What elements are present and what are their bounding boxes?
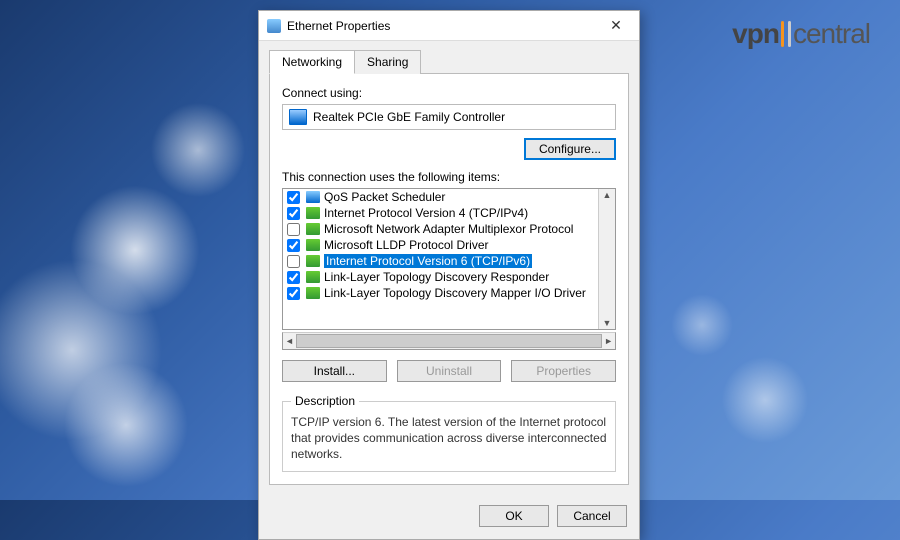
network-adapter-icon (267, 19, 281, 33)
scroll-up-icon[interactable]: ▲ (603, 189, 612, 201)
description-legend: Description (291, 394, 359, 408)
cancel-button[interactable]: Cancel (557, 505, 627, 527)
adapter-name: Realtek PCIe GbE Family Controller (313, 110, 505, 124)
adapter-icon (289, 109, 307, 125)
item-checkbox[interactable] (287, 287, 300, 300)
description-text: TCP/IP version 6. The latest version of … (291, 414, 607, 463)
item-checkbox[interactable] (287, 271, 300, 284)
item-label: Link-Layer Topology Discovery Mapper I/O… (324, 286, 586, 300)
scroll-down-icon[interactable]: ▼ (603, 317, 612, 329)
scroll-thumb[interactable] (296, 334, 602, 348)
adapter-field: Realtek PCIe GbE Family Controller (282, 104, 616, 130)
description-group: Description TCP/IP version 6. The latest… (282, 394, 616, 472)
item-label: QoS Packet Scheduler (324, 190, 445, 204)
list-item[interactable]: Microsoft LLDP Protocol Driver (283, 237, 599, 253)
ethernet-properties-dialog: Ethernet Properties ✕ Networking Sharing… (258, 10, 640, 540)
close-button[interactable]: ✕ (601, 17, 631, 34)
vertical-scrollbar[interactable]: ▲ ▼ (598, 189, 615, 329)
dialog-title: Ethernet Properties (287, 19, 601, 33)
list-item[interactable]: Link-Layer Topology Discovery Responder (283, 269, 599, 285)
item-checkbox[interactable] (287, 207, 300, 220)
connection-items-list[interactable]: QoS Packet Scheduler Internet Protocol Ve… (282, 188, 616, 330)
titlebar[interactable]: Ethernet Properties ✕ (259, 11, 639, 41)
list-item[interactable]: Internet Protocol Version 6 (TCP/IPv6) (283, 253, 599, 269)
item-checkbox[interactable] (287, 239, 300, 252)
uninstall-button: Uninstall (397, 360, 502, 382)
install-button[interactable]: Install... (282, 360, 387, 382)
ok-button[interactable]: OK (479, 505, 549, 527)
dialog-footer: OK Cancel (259, 495, 639, 539)
item-label: Microsoft Network Adapter Multiplexor Pr… (324, 222, 573, 236)
item-checkbox[interactable] (287, 255, 300, 268)
item-checkbox[interactable] (287, 191, 300, 204)
items-label: This connection uses the following items… (282, 170, 616, 184)
list-item[interactable]: QoS Packet Scheduler (283, 189, 599, 205)
logo-part2: central (793, 18, 870, 49)
horizontal-scrollbar[interactable]: ◄ ► (282, 332, 616, 350)
tab-sharing[interactable]: Sharing (354, 50, 421, 74)
item-label: Link-Layer Topology Discovery Responder (324, 270, 549, 284)
scroll-right-icon[interactable]: ► (604, 336, 613, 346)
item-checkbox[interactable] (287, 223, 300, 236)
logo-bar-icon (788, 21, 791, 47)
brand-logo: vpn central (732, 18, 870, 50)
scroll-left-icon[interactable]: ◄ (285, 336, 294, 346)
item-label: Internet Protocol Version 4 (TCP/IPv4) (324, 206, 528, 220)
item-label: Microsoft LLDP Protocol Driver (324, 238, 489, 252)
tab-strip: Networking Sharing (269, 49, 629, 73)
protocol-icon (306, 271, 320, 283)
protocol-icon (306, 239, 320, 251)
tab-networking[interactable]: Networking (269, 50, 355, 74)
item-label: Internet Protocol Version 6 (TCP/IPv6) (324, 254, 532, 268)
protocol-icon (306, 287, 320, 299)
protocol-icon (306, 223, 320, 235)
list-item[interactable]: Microsoft Network Adapter Multiplexor Pr… (283, 221, 599, 237)
properties-button: Properties (511, 360, 616, 382)
logo-bar-icon (781, 21, 784, 47)
tab-panel-networking: Connect using: Realtek PCIe GbE Family C… (269, 73, 629, 485)
configure-button[interactable]: Configure... (524, 138, 616, 160)
connect-using-label: Connect using: (282, 86, 616, 100)
protocol-icon (306, 255, 320, 267)
logo-part1: vpn (732, 18, 779, 49)
protocol-icon (306, 191, 320, 203)
protocol-icon (306, 207, 320, 219)
list-item[interactable]: Internet Protocol Version 4 (TCP/IPv4) (283, 205, 599, 221)
list-item[interactable]: Link-Layer Topology Discovery Mapper I/O… (283, 285, 599, 301)
